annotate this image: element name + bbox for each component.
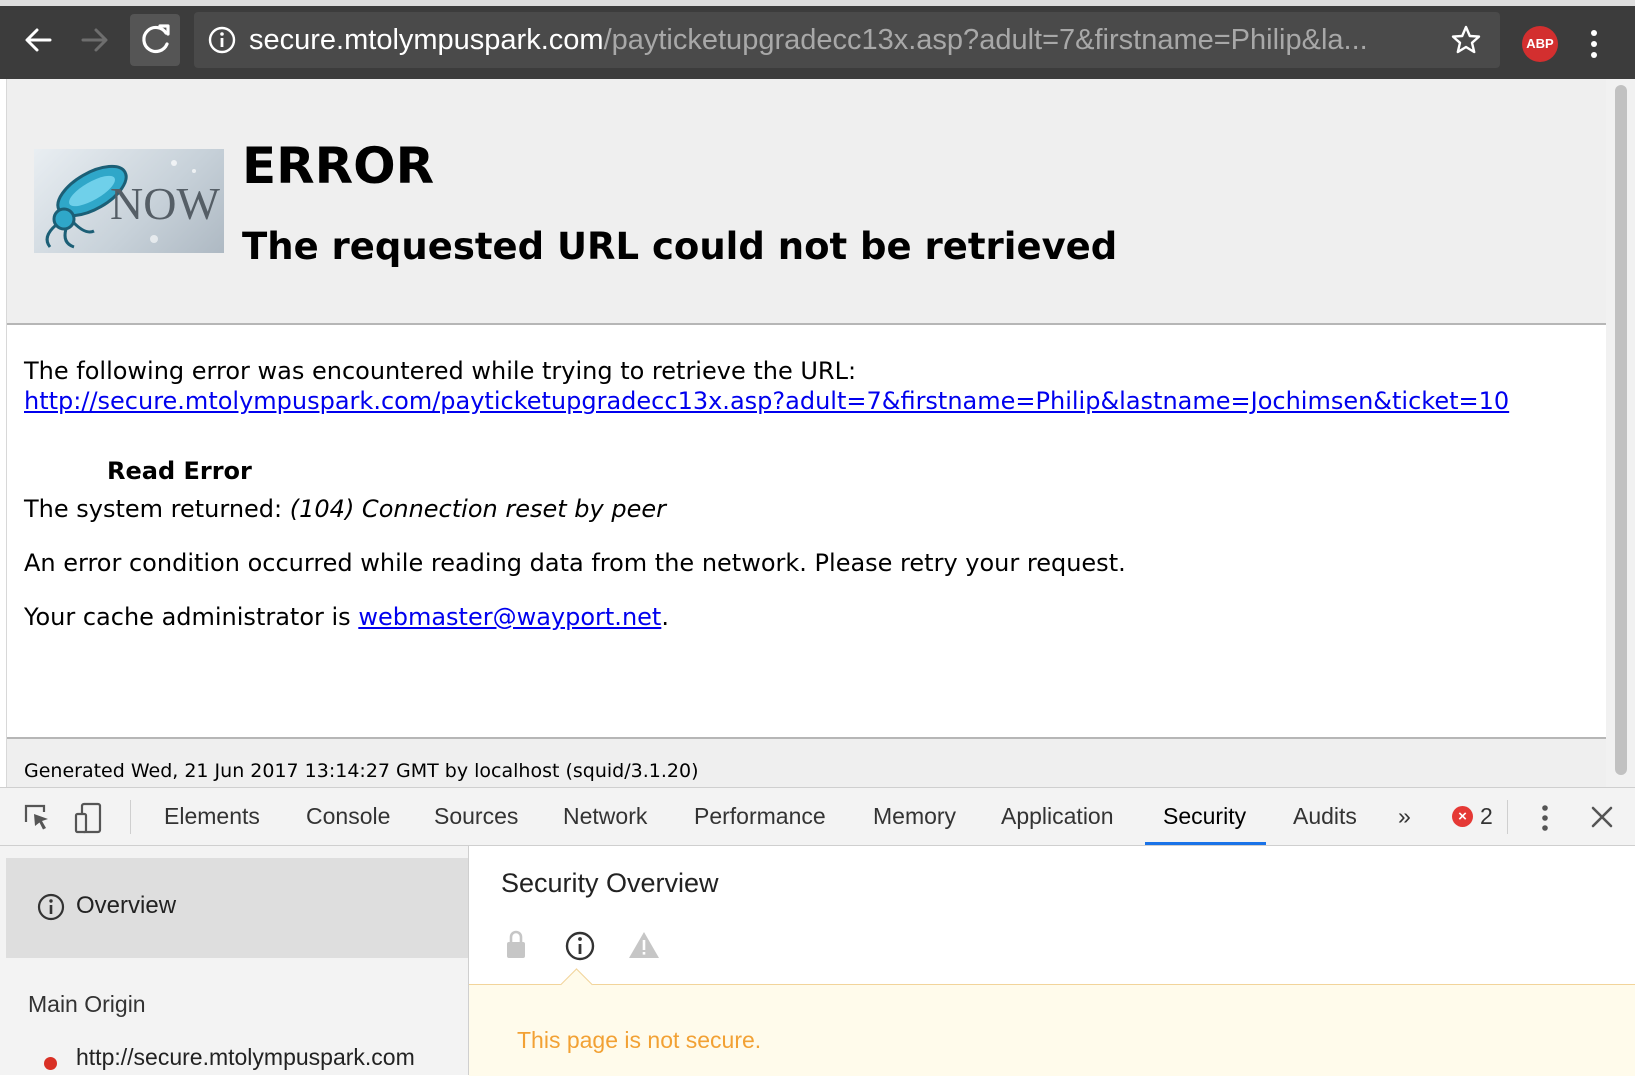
security-overview-title: Security Overview (501, 868, 719, 898)
tab-performance[interactable]: Performance (694, 788, 826, 845)
address-bar[interactable]: secure.mtolympuspark.com/payticketupgrad… (194, 12, 1500, 68)
logo-text: NOW (110, 178, 220, 229)
tab-memory[interactable]: Memory (873, 788, 956, 845)
tab-security[interactable]: Security (1144, 788, 1267, 845)
requested-url-link[interactable]: http://secure.mtolympuspark.com/payticke… (24, 387, 1509, 415)
not-secure-message: This page is not secure. (517, 1027, 762, 1053)
security-notice: This page is not secure. (469, 984, 1635, 1076)
tab-application[interactable]: Application (1001, 788, 1114, 845)
admin-suffix: . (661, 603, 669, 631)
sidebar-item-overview[interactable]: Overview (6, 858, 468, 958)
back-arrow-icon (25, 28, 52, 52)
devtools-menu-icon[interactable] (1540, 804, 1550, 832)
forward-arrow-icon (81, 28, 108, 52)
more-tabs-button[interactable]: » (1398, 788, 1411, 845)
page-scrollbar[interactable] (1606, 79, 1635, 787)
devtools-toolbar: Elements Console Sources Network Perform… (0, 788, 1635, 846)
security-sidebar: Overview Main Origin http://secure.mtoly… (0, 846, 469, 1075)
security-overview-panel: Security Overview This page is not secur… (469, 846, 1635, 1076)
reload-icon (142, 24, 170, 54)
toolbar-separator (1507, 800, 1508, 834)
address-url[interactable]: secure.mtolympuspark.com/payticketupgrad… (249, 12, 1429, 68)
lock-icon (507, 930, 525, 958)
error-intro: The following error was encountered whil… (24, 357, 857, 385)
browser-menu-icon[interactable] (1588, 28, 1600, 60)
page-content: NOW ERROR The requested URL could not be… (6, 79, 1607, 787)
info-icon (565, 931, 595, 961)
error-header: NOW ERROR The requested URL could not be… (7, 79, 1607, 325)
tab-elements[interactable]: Elements (164, 788, 260, 845)
main-origin-header: Main Origin (28, 991, 146, 1017)
system-returned-value: (104) Connection reset by peer (289, 495, 666, 523)
sidebar-item-origin[interactable]: http://secure.mtolympuspark.com (76, 1044, 415, 1071)
requested-url-line: http://secure.mtolympuspark.com/payticke… (24, 387, 1509, 415)
error-description: An error condition occurred while readin… (24, 549, 1126, 577)
error-name: Read Error (107, 457, 252, 485)
browser-toolbar: secure.mtolympuspark.com/payticketupgrad… (0, 0, 1635, 79)
scrollbar-thumb[interactable] (1615, 85, 1627, 775)
url-host: secure.mtolympuspark.com (249, 24, 604, 56)
adblock-extension-icon[interactable]: ABP (1522, 26, 1558, 62)
system-returned-label: The system returned: (24, 495, 290, 523)
error-title: ERROR (242, 137, 435, 195)
error-count-icon[interactable]: × (1452, 806, 1473, 827)
devtools-panel: Elements Console Sources Network Perform… (0, 787, 1635, 1076)
info-icon[interactable] (208, 26, 236, 54)
sidebar-item-label: Overview (76, 892, 177, 919)
forward-button[interactable] (75, 19, 115, 61)
admin-line: Your cache administrator is webmaster@wa… (24, 603, 669, 631)
bookmark-star-icon[interactable] (1450, 24, 1482, 56)
tab-audits[interactable]: Audits (1293, 788, 1357, 845)
back-button[interactable] (18, 19, 58, 61)
inspect-element-icon[interactable] (22, 802, 52, 832)
error-count[interactable]: 2 (1480, 788, 1493, 845)
close-devtools-icon[interactable] (1590, 805, 1614, 829)
toolbar-separator (130, 800, 131, 834)
reload-button[interactable] (130, 14, 180, 66)
generated-footer: Generated Wed, 21 Jun 2017 13:14:27 GMT … (24, 760, 699, 782)
tab-sources[interactable]: Sources (434, 788, 518, 845)
system-returned: The system returned: (104) Connection re… (24, 495, 666, 523)
info-icon (37, 893, 65, 921)
url-path: /payticketupgradecc13x.asp?adult=7&first… (603, 24, 1368, 56)
squid-logo: NOW (34, 149, 224, 253)
device-toolbar-icon[interactable] (74, 802, 104, 834)
security-state-icons (507, 930, 659, 961)
admin-email-link[interactable]: webmaster@wayport.net (358, 603, 661, 631)
error-subtitle: The requested URL could not be retrieved (242, 225, 1118, 268)
admin-label: Your cache administrator is (24, 603, 359, 631)
insecure-origin-dot (44, 1057, 57, 1070)
tab-console[interactable]: Console (306, 788, 390, 845)
warning-icon (629, 932, 659, 958)
tab-network[interactable]: Network (563, 788, 647, 845)
